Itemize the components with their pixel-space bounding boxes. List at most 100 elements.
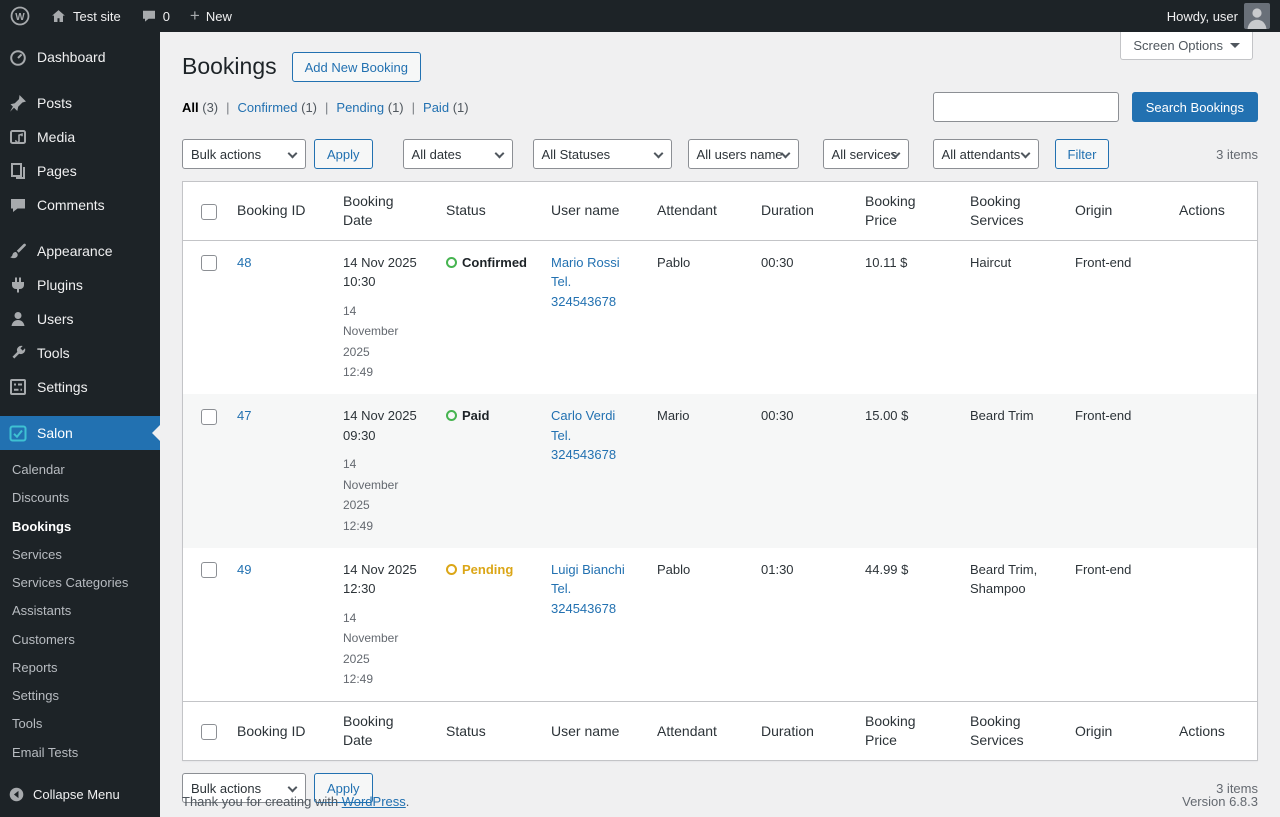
- wordpress-logo[interactable]: W: [0, 0, 40, 32]
- user-name-link[interactable]: Carlo Verdi Tel. 324543678: [551, 406, 633, 465]
- collapse-label: Collapse Menu: [33, 787, 120, 802]
- view-pending[interactable]: Pending (1): [336, 100, 403, 115]
- account-menu[interactable]: Howdy, user: [1157, 0, 1280, 32]
- new-content-link[interactable]: + New: [180, 0, 242, 32]
- services-filter-select[interactable]: All services: [822, 139, 909, 169]
- add-new-booking-button[interactable]: Add New Booking: [291, 52, 421, 82]
- comments-link[interactable]: 0: [131, 0, 180, 32]
- dates-filter-select[interactable]: All dates: [402, 139, 513, 169]
- wordpress-link[interactable]: WordPress: [342, 794, 406, 809]
- actions-cell: [1169, 394, 1258, 548]
- submenu-item-tools[interactable]: Tools: [0, 710, 160, 738]
- chevron-down-icon: [287, 782, 298, 793]
- sidebar-label: Appearance: [37, 243, 113, 259]
- origin-cell: Front-end: [1075, 254, 1132, 270]
- column-header: Booking Services: [960, 181, 1065, 241]
- version-label: Version 6.8.3: [1182, 794, 1258, 809]
- column-header: User name: [541, 181, 647, 241]
- submenu-item-services[interactable]: Services: [0, 541, 160, 569]
- sidebar-item-pages[interactable]: Pages: [0, 154, 160, 188]
- submenu-item-bookings[interactable]: Bookings: [0, 513, 160, 541]
- submenu-item-assistants[interactable]: Assistants: [0, 597, 160, 625]
- wordpress-logo-icon: W: [10, 6, 30, 26]
- chevron-down-icon: [1230, 43, 1240, 53]
- booking-id-link[interactable]: 47: [237, 408, 251, 423]
- submenu-item-discounts[interactable]: Discounts: [0, 484, 160, 512]
- table-header-row: Booking ID Booking Date Status User name…: [182, 181, 1258, 241]
- sidebar-label: Users: [37, 311, 74, 327]
- sidebar-item-comments[interactable]: Comments: [0, 188, 160, 222]
- services-cell: Haircut: [970, 254, 1012, 270]
- column-header: Attendant: [647, 701, 751, 761]
- view-confirmed[interactable]: Confirmed (1): [238, 100, 317, 115]
- origin-cell: Front-end: [1075, 408, 1132, 424]
- sidebar-item-tools[interactable]: Tools: [0, 336, 160, 370]
- sidebar-label: Media: [37, 129, 76, 145]
- sidebar-item-dashboard[interactable]: Dashboard: [0, 40, 160, 74]
- column-header: Booking Price: [855, 701, 960, 761]
- view-separator: |: [325, 99, 329, 115]
- booking-id-link[interactable]: 49: [237, 562, 251, 577]
- row-checkbox[interactable]: [201, 562, 217, 579]
- search-input[interactable]: [932, 92, 1119, 122]
- booking-id-link[interactable]: 48: [237, 255, 251, 270]
- sidebar-item-settings[interactable]: Settings: [0, 370, 160, 404]
- submenu-item-customers[interactable]: Customers: [0, 626, 160, 654]
- sidebar-item-appearance[interactable]: Appearance: [0, 234, 160, 268]
- menu-separator: [0, 222, 160, 234]
- column-header: Actions: [1169, 181, 1258, 241]
- sidebar-item-salon[interactable]: Salon: [0, 416, 160, 450]
- price-cell: 44.99 $: [865, 561, 909, 577]
- duration-cell: 01:30: [761, 561, 794, 577]
- howdy-label: Howdy, user: [1166, 8, 1238, 24]
- users-filter-select[interactable]: All users name: [687, 139, 799, 169]
- row-checkbox[interactable]: [201, 255, 217, 272]
- sidebar-label: Plugins: [37, 277, 83, 293]
- select-all-checkbox[interactable]: [201, 203, 217, 220]
- salon-submenu: Calendar Discounts Bookings Services Ser…: [0, 450, 160, 775]
- status-cell: Paid: [436, 394, 541, 548]
- user-name-link[interactable]: Luigi Bianchi Tel. 324543678: [551, 560, 633, 619]
- column-header: Status: [436, 181, 541, 241]
- statuses-filter-select[interactable]: All Statuses: [532, 139, 672, 169]
- sidebar-item-plugins[interactable]: Plugins: [0, 268, 160, 302]
- sidebar-label: Comments: [37, 197, 105, 213]
- collapse-menu-button[interactable]: Collapse Menu: [0, 778, 160, 811]
- svg-text:W: W: [15, 12, 25, 23]
- new-label: New: [205, 8, 232, 24]
- sidebar-item-posts[interactable]: Posts: [0, 86, 160, 120]
- sidebar-item-users[interactable]: Users: [0, 302, 160, 336]
- apply-button[interactable]: Apply: [314, 139, 373, 169]
- submenu-item-settings[interactable]: Settings: [0, 682, 160, 710]
- submenu-item-reports[interactable]: Reports: [0, 654, 160, 682]
- column-header: Duration: [751, 701, 855, 761]
- view-all[interactable]: All (3): [182, 100, 218, 115]
- services-cell: Beard Trim: [970, 408, 1034, 424]
- sidebar-label: Posts: [37, 95, 73, 111]
- view-paid[interactable]: Paid (1): [423, 100, 469, 115]
- row-checkbox[interactable]: [201, 408, 217, 425]
- attendants-filter-select[interactable]: All attendants: [932, 139, 1039, 169]
- submenu-item-calendar[interactable]: Calendar: [0, 456, 160, 484]
- view-separator: |: [411, 99, 416, 115]
- admin-bar-right: Howdy, user: [1157, 0, 1280, 32]
- plugins-icon: [8, 275, 28, 295]
- content-area: Bookings Add New Booking All (3) | Confi…: [160, 32, 1280, 804]
- bookings-table: Booking ID Booking Date Status User name…: [182, 181, 1258, 762]
- site-name-label: Test site: [73, 8, 121, 24]
- user-name-link[interactable]: Mario Rossi Tel. 324543678: [551, 253, 633, 312]
- submenu-item-email-tests[interactable]: Email Tests: [0, 739, 160, 767]
- bulk-actions-select[interactable]: Bulk actions: [182, 139, 306, 169]
- search-bookings-button[interactable]: Search Bookings: [1131, 92, 1258, 122]
- attendant-cell: Pablo: [657, 561, 691, 577]
- booking-date-cell: 14 Nov 2025 10:30 14 November 2025 12:49: [343, 254, 417, 379]
- avatar-person-icon: [1244, 3, 1270, 29]
- filter-button[interactable]: Filter: [1054, 139, 1110, 169]
- submenu-item-services-categories[interactable]: Services Categories: [0, 569, 160, 597]
- sidebar-item-media[interactable]: Media: [0, 120, 160, 154]
- main-content: Screen Options Bookings Add New Booking …: [160, 0, 1280, 817]
- site-name-link[interactable]: Test site: [40, 0, 131, 32]
- screen-options-button[interactable]: Screen Options: [1120, 32, 1253, 60]
- select-all-checkbox[interactable]: [201, 724, 217, 741]
- sidebar-label: Tools: [37, 345, 70, 361]
